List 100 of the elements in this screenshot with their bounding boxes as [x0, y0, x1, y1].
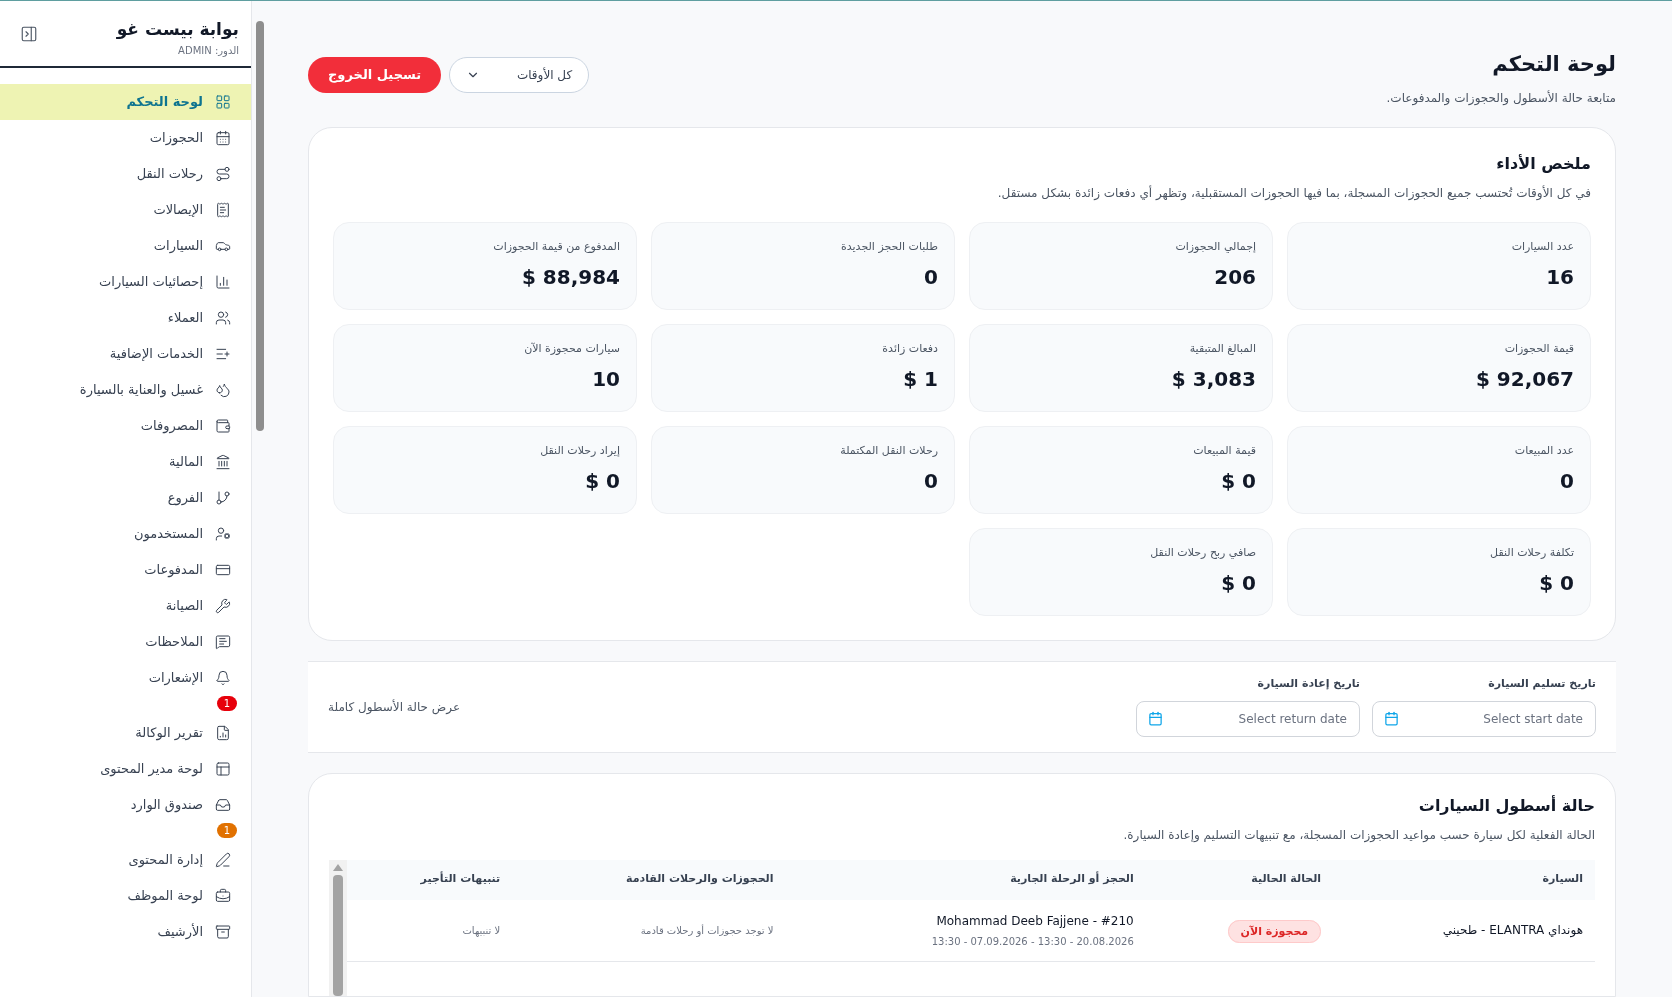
sidebar-item[interactable]: الصيانة	[0, 587, 251, 624]
calendar-icon	[1148, 710, 1163, 726]
sidebar-item[interactable]: إحصائيات السيارات	[0, 263, 251, 300]
stat-value: $ 88,984	[521, 267, 620, 287]
pen-icon	[215, 851, 231, 868]
grid-icon	[215, 93, 231, 110]
stat-label: قيمة المبيعات	[1193, 442, 1256, 459]
stat-value: 16	[1546, 267, 1574, 287]
sidebar-item[interactable]: لوحة الموظف	[0, 877, 251, 914]
stat-label: إيراد رحلات النقل	[540, 442, 620, 459]
bank-icon	[215, 453, 231, 470]
section-note: الحالة الفعلية لكل سيارة حسب مواعيد الحجوزات المسجلة، مع تنبيهات التسليم وإعادة السيارة.	[1122, 826, 1595, 844]
layout-icon	[215, 760, 231, 777]
stat-label: سيارات محجوزة الآن	[524, 340, 620, 357]
stat-value: $ 0	[1221, 573, 1256, 593]
column-header: الحجوزات والرحلات القادمة	[512, 859, 786, 900]
full-fleet-link[interactable]: عرض حالة الأسطول كاملة	[328, 697, 461, 716]
sidebar-item[interactable]: السيارات	[0, 227, 251, 264]
column-header: تنبيهات التأجير	[347, 859, 513, 900]
count-badge: 1	[217, 822, 237, 838]
stat-label: عدد المبيعات	[1514, 442, 1574, 459]
stat-label: صافي ربح رحلات النقل	[1150, 544, 1256, 561]
droplets-icon	[215, 381, 231, 398]
section-title: حالة أسطول السيارات	[1417, 794, 1595, 817]
scroll-thumb[interactable]	[333, 874, 343, 996]
sidebar-item[interactable]: صندوق الوارد	[0, 786, 251, 823]
alerts-cell: لا تنبيهات	[347, 899, 513, 962]
car-cell: هونداي ELANTRA - طحيني	[1333, 899, 1595, 962]
column-header: السيارة	[1333, 859, 1595, 900]
stat-value: 10	[592, 369, 620, 389]
booking-dates: 20.08.2026 - 13:30 - 07.09.2026 - 13:30	[931, 934, 1134, 949]
table-scrollbar[interactable]	[329, 859, 347, 996]
sidebar-item[interactable]: المصروفات	[0, 407, 251, 444]
users-icon	[215, 309, 231, 326]
stat-value: $ 92,067	[1475, 369, 1574, 389]
status-badge: محجوزة الآن	[1227, 920, 1322, 944]
section-title: ملخص الأداء	[1495, 152, 1591, 175]
briefcase-icon	[215, 887, 231, 904]
calendar-icon	[215, 129, 231, 146]
sidebar-item[interactable]: المدفوعات	[0, 551, 251, 588]
date-field[interactable]: Select return date	[1136, 700, 1360, 737]
sidebar-item[interactable]: تقرير الوكالة	[0, 714, 251, 751]
stat-label: إجمالي الحجوزات	[1175, 238, 1256, 255]
logout-button[interactable]: تسجيل الخروج	[308, 57, 442, 93]
sidebar-item[interactable]: لوحة مدير المحتوى	[0, 750, 251, 787]
sidebar-item[interactable]: الإشعارات	[0, 659, 251, 696]
wrench-icon	[215, 597, 231, 614]
sidebar-item[interactable]: لوحة التحكم	[0, 83, 251, 120]
sidebar-item[interactable]: إدارة المحتوى	[0, 841, 251, 878]
portal-title: بوابة بيست غو	[116, 18, 239, 41]
stat-value: 0	[1560, 471, 1574, 491]
stat-label: رحلات النقل المكتملة	[840, 442, 938, 459]
sidebar-item[interactable]: العملاء	[0, 299, 251, 336]
sidebar-item[interactable]: غسيل والعناية بالسيارة	[0, 371, 251, 408]
sidebar-item[interactable]: الحجوزات	[0, 119, 251, 156]
column-header: الحالة الحالية	[1145, 859, 1334, 900]
sidebar-item[interactable]: رحلات النقل	[0, 155, 251, 192]
stat-label: عدد السيارات	[1511, 238, 1574, 255]
route-icon	[215, 165, 231, 182]
stat-value: $ 3,083	[1171, 369, 1256, 389]
sidebar-item[interactable]: المالية	[0, 443, 251, 480]
inbox-icon	[215, 796, 231, 813]
sidebar-item[interactable]: الملاحظات	[0, 623, 251, 660]
stat-label: تكلفة رحلات النقل	[1490, 544, 1574, 561]
sidebar-item[interactable]: الإيصالات	[0, 191, 251, 228]
calendar-icon	[1384, 710, 1399, 726]
field-label: تاريخ تسليم السيارة	[1487, 676, 1596, 693]
stat-label: دفعات زائدة	[882, 340, 938, 357]
sidebar-item[interactable]: المستخدمون	[0, 515, 251, 552]
stat-label: طلبات الحجز الجديدة	[841, 238, 938, 255]
sidebar-item[interactable]: الأرشيف	[0, 913, 251, 950]
report-icon	[215, 724, 231, 741]
stat-value: 206	[1214, 267, 1256, 287]
date-field[interactable]: Select start date	[1372, 700, 1596, 737]
bar-chart-icon	[215, 273, 231, 290]
message-icon	[215, 633, 231, 650]
sidebar-item[interactable]: الفروع	[0, 479, 251, 516]
sidebar-item[interactable]: الخدمات الإضافية	[0, 335, 251, 372]
stat-value: 0	[924, 267, 938, 287]
collapse-sidebar-button[interactable]	[20, 25, 38, 43]
receipt-icon	[215, 201, 231, 218]
stat-label: المدفوع من قيمة الحجوزات	[493, 238, 620, 255]
upcoming-cell: لا توجد حجوزات أو رحلات قادمة	[512, 899, 786, 962]
branch-icon	[215, 489, 231, 506]
column-header: الحجز أو الرحلة الجارية	[785, 859, 1146, 900]
stat-label: قيمة الحجوزات	[1504, 340, 1574, 357]
role-label: الدور: ADMIN	[178, 43, 239, 58]
wallet-icon	[215, 417, 231, 434]
page-title: لوحة التحكم	[1491, 51, 1616, 78]
stat-value: $ 1	[903, 369, 938, 389]
stat-value: $ 0	[1539, 573, 1574, 593]
period-select[interactable]: كل الأوقات	[449, 57, 590, 93]
stat-label: المبالغ المتبقية	[1189, 340, 1256, 357]
stat-value: $ 0	[1221, 471, 1256, 491]
stat-value: $ 0	[585, 471, 620, 491]
archive-icon	[215, 923, 231, 940]
count-badge: 1	[217, 695, 237, 711]
booking-text: #210 - Mohammad Deeb Fajjene	[936, 912, 1134, 930]
page-subtitle: متابعة حالة الأسطول والحجوزات والمدفوعات.	[1386, 89, 1616, 107]
scrollbar[interactable]	[256, 21, 264, 431]
